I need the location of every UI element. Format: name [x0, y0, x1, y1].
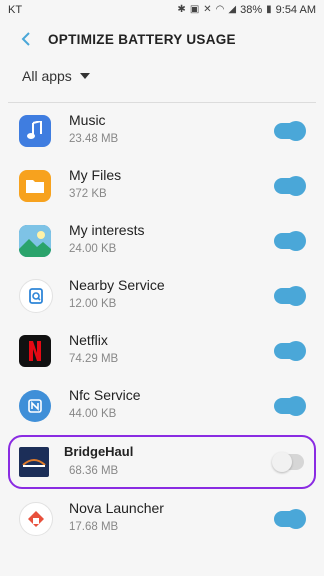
- app-name: BridgeHaul: [64, 444, 134, 459]
- list-item-my-interests[interactable]: My interests 24.00 KB: [0, 213, 324, 268]
- battery-optimization-toggle[interactable]: [274, 395, 306, 416]
- battery-percentage: 38%: [240, 4, 263, 16]
- app-name: Nearby Service: [69, 277, 165, 293]
- music-app-icon: [19, 114, 51, 147]
- app-size: 24.00 KB: [69, 243, 117, 255]
- list-item-my-files[interactable]: My Files 372 KB: [0, 158, 324, 213]
- clock: 9:54 AM: [275, 4, 316, 16]
- battery-icon: ▮: [266, 4, 272, 15]
- filter-label: All apps: [22, 68, 72, 84]
- back-arrow-icon: [21, 32, 30, 46]
- battery-optimization-toggle[interactable]: [274, 285, 306, 306]
- battery-optimization-toggle[interactable]: [274, 175, 306, 196]
- carrier-label: KT: [8, 4, 23, 16]
- wifi-icon: ◠: [215, 4, 225, 15]
- app-size: 372 KB: [69, 188, 107, 200]
- nova-launcher-icon: [19, 501, 53, 536]
- nearby-service-icon: [19, 278, 53, 313]
- app-name: My Files: [69, 167, 122, 183]
- landscape-app-icon: [19, 224, 51, 257]
- battery-optimization-toggle[interactable]: [274, 230, 306, 251]
- nfc-app-icon: [19, 389, 51, 422]
- app-size: 44.00 KB: [69, 408, 117, 420]
- app-size: 74.29 MB: [69, 353, 119, 365]
- app-name: Netflix: [69, 332, 108, 348]
- battery-optimization-toggle[interactable]: [274, 340, 306, 361]
- status-bar: KT ✱ ▣ ✕ ◠ ◢ 38% ▮ 9:54 AM: [0, 0, 324, 20]
- battery-optimization-toggle[interactable]: [274, 508, 306, 529]
- bridgehaul-app-icon: [19, 447, 49, 477]
- nfc-status-icon: ▣: [189, 4, 200, 15]
- app-list: Music 23.48 MB My Files 372 KB My intere…: [0, 103, 324, 546]
- back-button[interactable]: [14, 27, 38, 51]
- folder-app-icon: [19, 169, 51, 202]
- page-title: OPTIMIZE BATTERY USAGE: [48, 31, 236, 47]
- list-item-nova-launcher[interactable]: Nova Launcher 17.68 MB: [0, 491, 324, 546]
- app-name: Nova Launcher: [69, 500, 164, 516]
- list-item-music[interactable]: Music 23.48 MB: [0, 103, 324, 158]
- list-item-netflix[interactable]: Netflix 74.29 MB: [0, 323, 324, 378]
- app-size: 17.68 MB: [69, 521, 119, 533]
- app-name: Nfc Service: [69, 387, 141, 403]
- battery-optimization-toggle[interactable]: [274, 120, 306, 141]
- signal-icon: ◢: [228, 4, 237, 15]
- app-size: 68.36 MB: [69, 465, 119, 477]
- bluetooth-icon: ✱: [177, 4, 186, 15]
- app-name: My interests: [69, 222, 145, 238]
- app-name: Music: [69, 112, 106, 128]
- selection-highlight: [8, 435, 316, 489]
- netflix-app-icon: [19, 334, 51, 367]
- mute-icon: ✕: [203, 4, 212, 15]
- list-item-nearby-service[interactable]: Nearby Service 12.00 KB: [0, 268, 324, 323]
- battery-optimization-toggle[interactable]: [272, 452, 304, 472]
- dropdown-caret-icon: [79, 73, 90, 79]
- list-item-nfc-service[interactable]: Nfc Service 44.00 KB: [0, 378, 324, 433]
- app-filter-dropdown[interactable]: All apps: [0, 58, 324, 94]
- list-item-bridgehaul[interactable]: BridgeHaul 68.36 MB: [0, 433, 324, 491]
- app-size: 23.48 MB: [69, 133, 119, 145]
- app-size: 12.00 KB: [69, 298, 117, 310]
- app-bar: OPTIMIZE BATTERY USAGE: [0, 20, 324, 58]
